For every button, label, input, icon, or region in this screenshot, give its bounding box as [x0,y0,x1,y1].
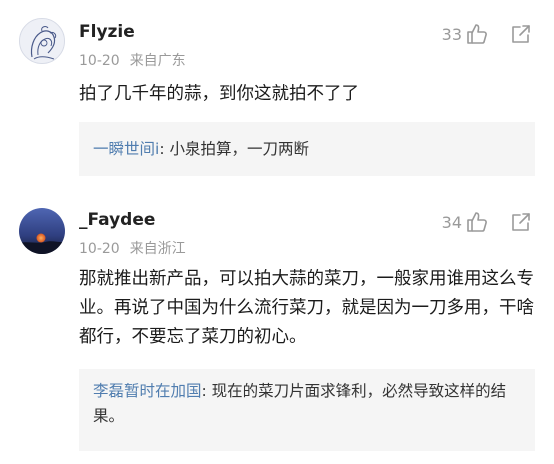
avatar[interactable] [19,18,65,64]
reply-author[interactable]: 一瞬世间i [93,140,159,158]
avatar-sketch-icon [20,19,64,63]
comment-text: 那就推出新产品，可以拍大蒜的菜刀，一般家用谁用这么专业。再说了中国为什么流行菜刀… [79,269,534,347]
comment-item: Flyzie 10-20 来自广东 33 拍了几千年的蒜，到你这就拍不了了 一瞬世… [0,0,554,196]
comment-meta: 10-20 来自广东 [79,50,186,70]
comment-location: 来自广东 [129,53,186,69]
comment-date: 10-20 [79,241,120,257]
like-count: 34 [441,212,462,232]
comment-actions: 34 [442,210,532,234]
like-count: 33 [441,24,462,44]
reply-author[interactable]: 李磊暂时在加国 [93,382,202,400]
comment-location: 来自浙江 [129,241,186,257]
comment-meta: 10-20 来自浙江 [79,238,186,258]
thumbs-up-icon[interactable] [466,211,488,233]
username[interactable]: Flyzie [79,22,135,42]
comment-date: 10-20 [79,53,120,69]
avatar-moon-icon [19,208,65,254]
comment-item: _Faydee 10-20 来自浙江 34 那就推出新产品，可以拍大蒜的菜刀，一般… [0,196,554,464]
username[interactable]: _Faydee [79,210,155,230]
reply-preview[interactable]: 一瞬世间i: 小泉拍算，一刀两断 [79,122,535,176]
reply-preview[interactable]: 李磊暂时在加国: 现在的菜刀片面求锋利，必然导致这样的结果。 [79,369,535,451]
share-icon[interactable] [510,23,532,45]
comment-text: 拍了几千年的蒜，到你这就拍不了了 [79,84,359,104]
thumbs-up-icon[interactable] [466,23,488,45]
avatar[interactable] [19,208,65,254]
comment-actions: 33 [442,22,532,46]
reply-text: : 小泉拍算，一刀两断 [159,140,309,158]
share-icon[interactable] [510,211,532,233]
